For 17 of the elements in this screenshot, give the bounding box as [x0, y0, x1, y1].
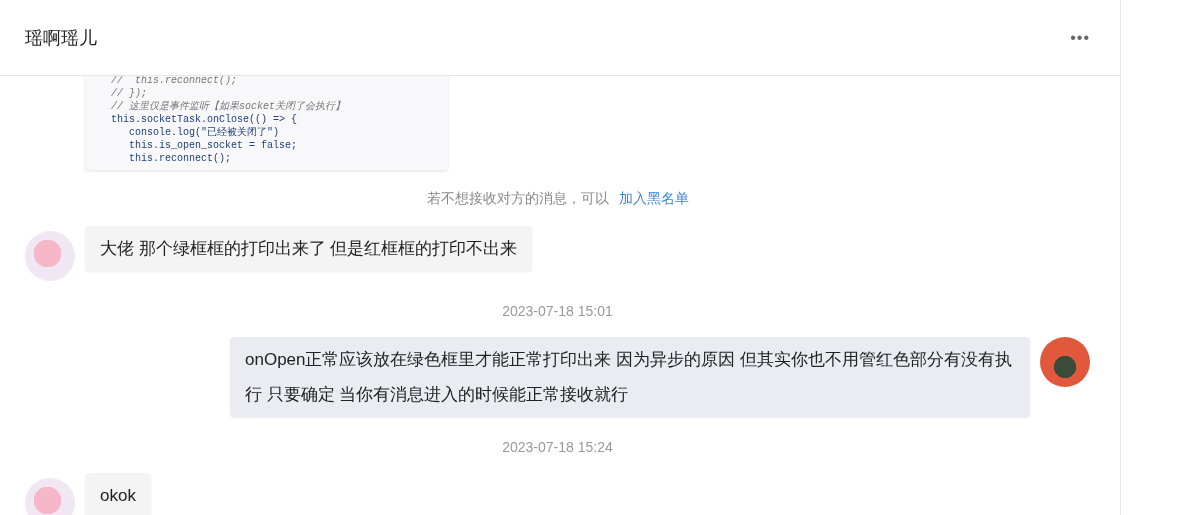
blacklist-link[interactable]: 加入黑名单: [618, 190, 689, 208]
avatar[interactable]: [1040, 337, 1090, 387]
timestamp: 2023-07-18 15:01: [502, 303, 613, 319]
message-bubble: onOpen正常应该放在绿色框里才能正常打印出来 因为异步的原因 但其实你也不用管红色部分有没有执行 只要确定 当你有消息进入的时候能正常接收就行: [230, 337, 1030, 417]
more-icon[interactable]: •••: [1070, 28, 1090, 47]
code-line: console.log("已经被关闭了"): [129, 126, 279, 139]
code-line: // });: [111, 87, 147, 100]
code-line: this.reconnect();: [129, 152, 232, 165]
code-line: this.socketTask.onClose(() => {: [111, 113, 298, 126]
chat-title: 瑶啊瑶儿: [25, 26, 97, 50]
notice-text: 若不想接收对方的消息，可以: [426, 190, 609, 208]
code-line: // 这里仅是事件监听【如果socket关闭了会执行】: [111, 100, 345, 113]
message-bubble: okok: [85, 473, 151, 515]
timestamp: 2023-07-18 15:24: [502, 439, 613, 455]
message-bubble: 大佬 那个绿框框的打印出来了 但是红框框的打印不出来: [85, 226, 533, 271]
code-line: // this.reconnect();: [111, 76, 238, 87]
code-line: this.is_open_socket = false;: [129, 139, 298, 152]
